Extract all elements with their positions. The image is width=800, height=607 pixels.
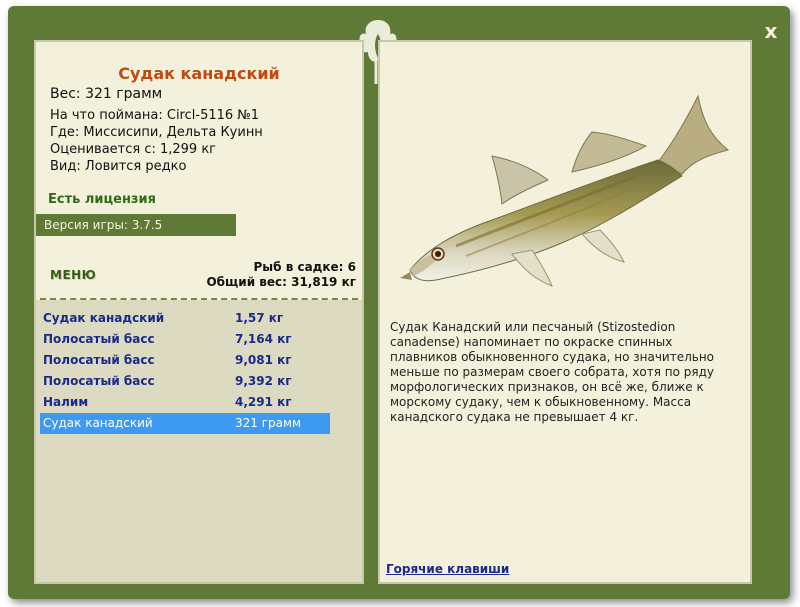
list-item-selected[interactable]: Судак канадский 321 грамм xyxy=(40,413,330,434)
list-item[interactable]: Полосатый басс 9,392 кг xyxy=(40,371,330,392)
close-button[interactable]: x xyxy=(760,20,782,42)
menu-button[interactable]: МЕНЮ xyxy=(50,268,96,282)
fish-title: Судак канадский xyxy=(118,64,280,83)
catch-weight: 7,164 кг xyxy=(235,332,292,346)
list-item[interactable]: Судак канадский 1,57 кг xyxy=(40,308,330,329)
list-item[interactable]: Полосатый басс 7,164 кг xyxy=(40,329,330,350)
info-bait: На что поймана: Circl-5116 №1 xyxy=(50,108,260,123)
list-item[interactable]: Налим 4,291 кг xyxy=(40,392,330,413)
dashed-divider xyxy=(40,298,358,300)
catch-name: Полосатый басс xyxy=(43,332,155,346)
fishing-result-window: x Судак канадский Вес: 321 грамм На что … xyxy=(8,6,790,599)
catch-weight: 4,291 кг xyxy=(235,395,292,409)
catch-name: Судак канадский xyxy=(43,311,165,325)
catch-name: Полосатый басс xyxy=(43,374,155,388)
catch-weight: 9,081 кг xyxy=(235,353,292,367)
catch-weight: 321 грамм xyxy=(235,416,302,430)
license-status: Есть лицензия xyxy=(48,192,156,207)
cage-count: Рыб в садке: 6 xyxy=(253,260,357,274)
catch-weight: 1,57 кг xyxy=(235,311,284,325)
fish-description: Судак Канадский или песчаный (Stizostedi… xyxy=(390,320,715,424)
catch-name: Налим xyxy=(43,395,89,409)
fish-description-panel: Судак Канадский или песчаный (Stizostedi… xyxy=(378,40,752,584)
fish-weight: Вес: 321 грамм xyxy=(50,86,163,102)
list-item[interactable]: Полосатый басс 9,081 кг xyxy=(40,350,330,371)
version-bar: Версия игры: 3.7.5 xyxy=(36,214,236,236)
catch-weight: 9,392 кг xyxy=(235,374,292,388)
catch-list: Судак канадский 1,57 кг Полосатый басс 7… xyxy=(40,308,330,434)
catch-name: Судак канадский xyxy=(43,416,153,430)
info-value: Оценивается с: 1,299 кг xyxy=(50,142,217,157)
total-weight: Общий вес: 31,819 кг xyxy=(206,275,356,289)
catch-name: Полосатый басс xyxy=(43,353,155,367)
catch-info-panel: Судак канадский Вес: 321 грамм На что по… xyxy=(34,40,364,584)
info-location: Где: Миссисипи, Дельта Куинн xyxy=(50,125,263,140)
info-rarity: Вид: Ловится редко xyxy=(50,159,187,174)
hotkeys-link[interactable]: Горячие клавиши xyxy=(386,562,509,576)
walleye-fish-image xyxy=(400,94,730,287)
cage-stats: Рыб в садке: 6 Общий вес: 31,819 кг xyxy=(206,260,356,290)
